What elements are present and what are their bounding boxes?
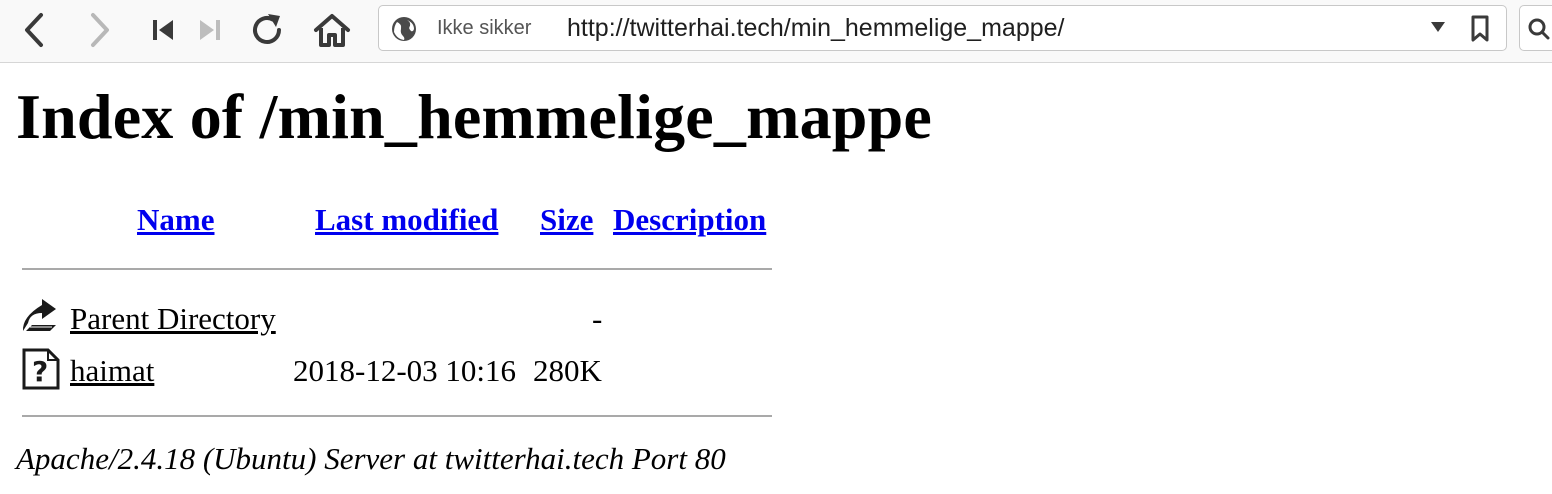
svg-text:?: ? bbox=[32, 355, 48, 388]
search-box[interactable] bbox=[1519, 5, 1552, 51]
reload-button[interactable] bbox=[245, 8, 289, 52]
back-icon bbox=[25, 13, 43, 47]
file-size: 280K bbox=[533, 353, 602, 388]
last-icon bbox=[200, 20, 220, 40]
server-signature: Apache/2.4.18 (Ubuntu) Server at twitter… bbox=[16, 441, 726, 476]
column-header-name[interactable]: Name bbox=[137, 202, 214, 238]
globe-icon bbox=[392, 17, 416, 41]
address-bar[interactable]: Ikke sikker http://twitterhai.tech/min_h… bbox=[378, 5, 1507, 51]
file-last-modified: 2018-12-03 10:16 bbox=[293, 353, 517, 388]
file-link-haimat[interactable]: haimat bbox=[70, 353, 154, 389]
header-divider bbox=[22, 268, 772, 270]
parent-directory-icon bbox=[20, 297, 64, 342]
last-button[interactable] bbox=[188, 8, 232, 52]
security-label: Ikke sikker bbox=[437, 17, 532, 39]
home-icon bbox=[314, 14, 350, 47]
first-icon bbox=[153, 20, 173, 40]
reload-icon bbox=[253, 14, 281, 44]
first-button[interactable] bbox=[141, 8, 185, 52]
bookmark-icon[interactable] bbox=[1470, 15, 1490, 43]
column-header-last-modified[interactable]: Last modified bbox=[315, 202, 498, 238]
page-title: Index of /min_hemmelige_mappe bbox=[16, 81, 932, 152]
forward-button[interactable] bbox=[78, 8, 122, 52]
footer-divider bbox=[22, 415, 772, 417]
chevron-down-icon[interactable] bbox=[1430, 21, 1446, 33]
search-icon bbox=[1528, 18, 1550, 40]
back-button[interactable] bbox=[12, 8, 56, 52]
unknown-file-icon: ? bbox=[22, 348, 60, 395]
forward-icon bbox=[91, 13, 109, 47]
home-button[interactable] bbox=[310, 8, 354, 52]
url-text[interactable]: http://twitterhai.tech/min_hemmelige_map… bbox=[567, 14, 1064, 43]
browser-toolbar: Ikke sikker http://twitterhai.tech/min_h… bbox=[0, 0, 1552, 63]
parent-directory-link[interactable]: Parent Directory bbox=[70, 301, 276, 337]
column-header-description[interactable]: Description bbox=[613, 202, 766, 238]
column-header-size[interactable]: Size bbox=[540, 202, 593, 238]
parent-directory-size: - bbox=[592, 301, 603, 336]
